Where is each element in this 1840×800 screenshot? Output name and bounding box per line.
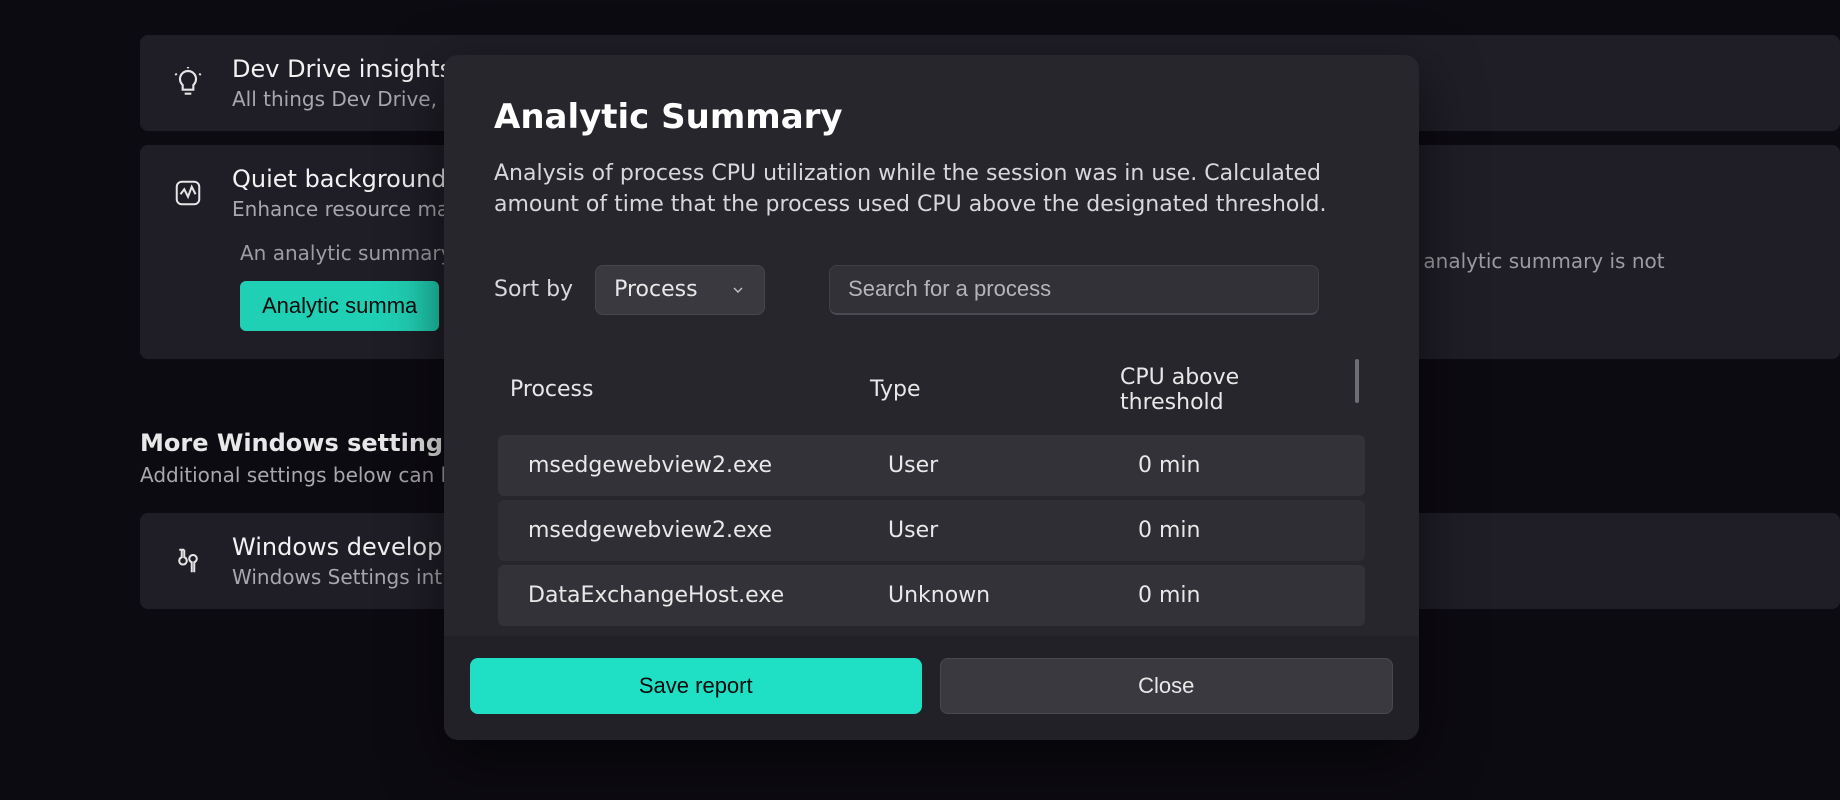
cell-process: msedgewebview2.exe (528, 518, 888, 543)
close-button[interactable]: Close (940, 658, 1394, 714)
analytic-summary-button[interactable]: Analytic summa (240, 281, 439, 331)
dialog-footer: Save report Close (444, 636, 1419, 740)
search-input[interactable] (829, 265, 1319, 315)
cell-type: User (888, 453, 1138, 478)
sort-by-label: Sort by (494, 277, 573, 302)
devdrive-title: Dev Drive insights (232, 55, 452, 83)
col-cpu[interactable]: CPU above threshold (1120, 365, 1353, 415)
cell-type: Unknown (888, 583, 1138, 608)
scrollbar[interactable] (1355, 359, 1359, 403)
dialog-controls: Sort by Process (494, 265, 1369, 315)
cell-type: User (888, 518, 1138, 543)
col-process[interactable]: Process (510, 377, 870, 402)
sort-by-select[interactable]: Process (595, 265, 765, 315)
table-header: Process Type CPU above threshold (494, 365, 1369, 435)
activity-icon (168, 178, 208, 208)
table-row[interactable]: msedgewebview2.exe User 0 min (498, 435, 1365, 496)
cell-process: msedgewebview2.exe (528, 453, 888, 478)
dialog-title: Analytic Summary (494, 97, 1369, 137)
analytic-summary-dialog: Analytic Summary Analysis of process CPU… (444, 55, 1419, 740)
cell-cpu: 0 min (1138, 583, 1353, 608)
process-table: Process Type CPU above threshold msedgew… (494, 365, 1369, 636)
sort-by-value: Process (614, 277, 697, 302)
table-row[interactable]: DataExchangeHost.exe Unknown 0 min (498, 565, 1365, 626)
tools-icon (168, 546, 208, 576)
cell-cpu: 0 min (1138, 453, 1353, 478)
lightbulb-icon (168, 67, 208, 99)
winsettings-title: Windows develop (232, 533, 442, 561)
chevron-down-icon (730, 282, 746, 298)
cell-process: DataExchangeHost.exe (528, 583, 888, 608)
winsettings-sub: Windows Settings int (232, 565, 442, 589)
quiet-title: Quiet background (232, 165, 449, 193)
save-report-button[interactable]: Save report (470, 658, 922, 714)
devdrive-sub: All things Dev Drive, (232, 87, 452, 111)
table-row[interactable]: msedgewebview2.exe User 0 min (498, 500, 1365, 561)
quiet-sub: Enhance resource ma (232, 197, 449, 221)
col-type[interactable]: Type (870, 377, 1120, 402)
table-body: msedgewebview2.exe User 0 min msedgewebv… (494, 435, 1369, 626)
dialog-description: Analysis of process CPU utilization whil… (494, 159, 1334, 221)
cell-cpu: 0 min (1138, 518, 1353, 543)
